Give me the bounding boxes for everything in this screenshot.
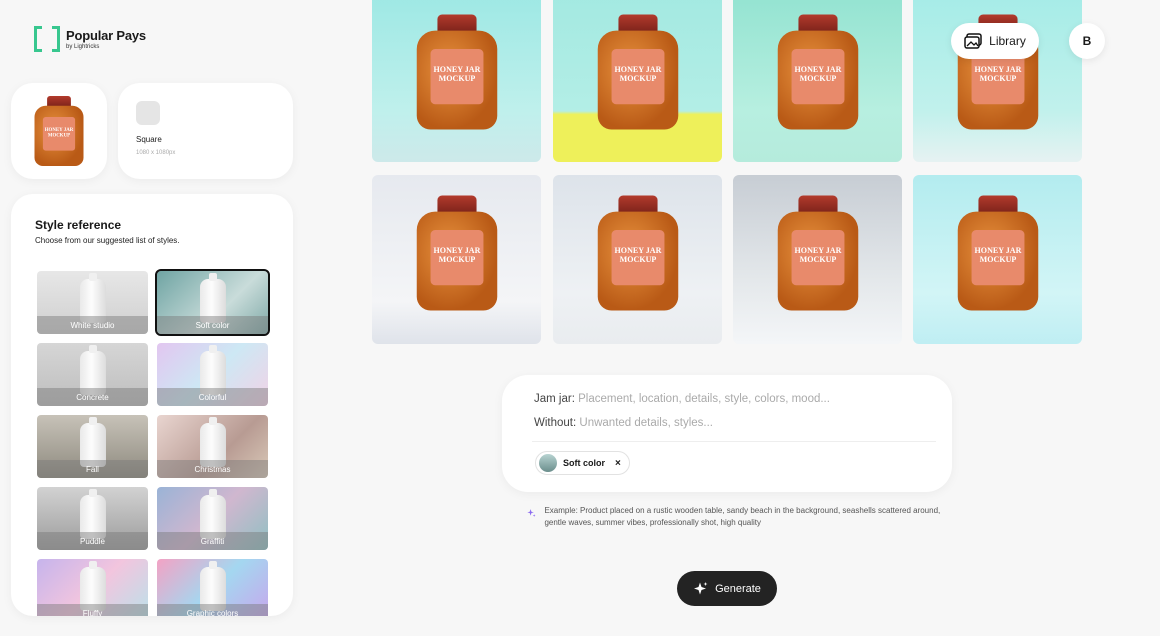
subject-placeholder: Placement, location, details, style, col… bbox=[578, 393, 830, 405]
style-tile[interactable]: Fall bbox=[37, 415, 148, 478]
jar-label-text: HONEY JAR MOCKUP bbox=[791, 230, 844, 286]
honey-jar-image: HONEY JAR MOCKUP bbox=[597, 14, 678, 130]
example-hint: Example: Product placed on a rustic wood… bbox=[526, 505, 946, 529]
logo-mark-icon bbox=[34, 26, 60, 52]
style-grid: White studio Soft color Concrete Colorful Fa… bbox=[37, 269, 270, 616]
generate-button[interactable]: Generate bbox=[677, 571, 777, 606]
style-tile[interactable]: Colorful bbox=[157, 343, 268, 406]
size-card[interactable]: Square 1080 x 1080px bbox=[118, 83, 293, 179]
brand-subtitle: by Lightricks bbox=[66, 44, 100, 50]
size-dimensions: 1080 x 1080px bbox=[136, 150, 176, 156]
library-button[interactable]: Library bbox=[951, 23, 1039, 59]
sparkle-icon bbox=[527, 509, 536, 517]
style-tile-label: Graphic colors bbox=[157, 604, 268, 616]
style-tile[interactable]: Christmas bbox=[157, 415, 268, 478]
user-avatar[interactable]: B bbox=[1069, 23, 1105, 59]
style-tile-label: Fall bbox=[37, 460, 148, 478]
style-reference-subtitle: Choose from our suggested list of styles… bbox=[35, 236, 180, 245]
style-tile[interactable]: Graffiti bbox=[157, 487, 268, 550]
style-chip: Soft color × bbox=[535, 451, 630, 475]
honey-jar-image: HONEY JAR MOCKUP bbox=[777, 14, 858, 130]
honey-jar-image: HONEY JAR MOCKUP bbox=[416, 195, 497, 311]
square-shape-icon bbox=[136, 101, 160, 125]
prompt-panel: Jam jar: Placement, location, details, s… bbox=[502, 375, 952, 492]
jar-label-text: HONEY JAR MOCKUP bbox=[611, 230, 664, 286]
subject-input[interactable]: Jam jar: Placement, location, details, s… bbox=[534, 393, 936, 405]
example-text: Example: Product placed on a rustic wood… bbox=[544, 506, 941, 527]
close-icon[interactable]: × bbox=[615, 458, 621, 469]
library-label: Library bbox=[989, 34, 1026, 48]
honey-jar-image: HONEY JAR MOCKUP bbox=[777, 195, 858, 311]
style-tile-label: White studio bbox=[37, 316, 148, 334]
jar-label-text: HONEY JAR MOCKUP bbox=[42, 117, 76, 151]
style-tile-label: Fluffy bbox=[37, 604, 148, 616]
style-tile[interactable]: White studio bbox=[37, 271, 148, 334]
result-image[interactable]: HONEY JAR MOCKUP bbox=[733, 0, 902, 162]
without-input[interactable]: Without: Unwanted details, styles... bbox=[534, 417, 936, 429]
style-tile-label: Soft color bbox=[157, 316, 268, 334]
style-tile[interactable]: Soft color bbox=[155, 269, 270, 336]
brand-name: Popular Pays bbox=[66, 28, 146, 43]
style-tile[interactable]: Fluffy bbox=[37, 559, 148, 616]
generate-label: Generate bbox=[715, 582, 761, 595]
chip-thumbnail bbox=[539, 454, 557, 472]
style-tile-label: Graffiti bbox=[157, 532, 268, 550]
result-image[interactable]: HONEY JAR MOCKUP bbox=[372, 175, 541, 344]
jar-label-text: HONEY JAR MOCKUP bbox=[791, 49, 844, 105]
style-tile[interactable]: Graphic colors bbox=[157, 559, 268, 616]
style-tile-label: Christmas bbox=[157, 460, 268, 478]
result-image[interactable]: HONEY JAR MOCKUP bbox=[913, 175, 1082, 344]
honey-jar-image: HONEY JAR MOCKUP bbox=[597, 195, 678, 311]
product-jar-image: HONEY JAR MOCKUP bbox=[34, 96, 84, 166]
without-label: Without: bbox=[534, 417, 577, 429]
style-tile-label: Colorful bbox=[157, 388, 268, 406]
jar-label-text: HONEY JAR MOCKUP bbox=[430, 230, 483, 286]
jar-label-text: HONEY JAR MOCKUP bbox=[971, 230, 1024, 286]
gallery-icon bbox=[964, 33, 982, 49]
divider bbox=[532, 441, 936, 442]
result-image[interactable]: HONEY JAR MOCKUP bbox=[553, 0, 722, 162]
sparkle-icon bbox=[694, 581, 708, 594]
brand-logo[interactable]: Popular Pays by Lightricks bbox=[34, 26, 146, 52]
style-tile-label: Concrete bbox=[37, 388, 148, 406]
product-thumbnail-card[interactable]: HONEY JAR MOCKUP bbox=[11, 83, 107, 179]
result-image[interactable]: HONEY JAR MOCKUP bbox=[372, 0, 541, 162]
style-reference-panel: Style reference Choose from our suggeste… bbox=[11, 194, 293, 616]
honey-jar-image: HONEY JAR MOCKUP bbox=[416, 14, 497, 130]
jar-label-text: HONEY JAR MOCKUP bbox=[611, 49, 664, 105]
result-image[interactable]: HONEY JAR MOCKUP bbox=[733, 175, 902, 344]
without-placeholder: Unwanted details, styles... bbox=[579, 417, 713, 429]
style-tile[interactable]: Concrete bbox=[37, 343, 148, 406]
style-tile-label: Puddle bbox=[37, 532, 148, 550]
style-tile[interactable]: Puddle bbox=[37, 487, 148, 550]
size-name: Square bbox=[136, 135, 162, 144]
style-reference-title: Style reference bbox=[35, 218, 122, 232]
result-image[interactable]: HONEY JAR MOCKUP bbox=[553, 175, 722, 344]
jar-label-text: HONEY JAR MOCKUP bbox=[430, 49, 483, 105]
chip-label: Soft color bbox=[563, 458, 605, 468]
subject-label: Jam jar: bbox=[534, 393, 575, 405]
honey-jar-image: HONEY JAR MOCKUP bbox=[957, 195, 1038, 311]
